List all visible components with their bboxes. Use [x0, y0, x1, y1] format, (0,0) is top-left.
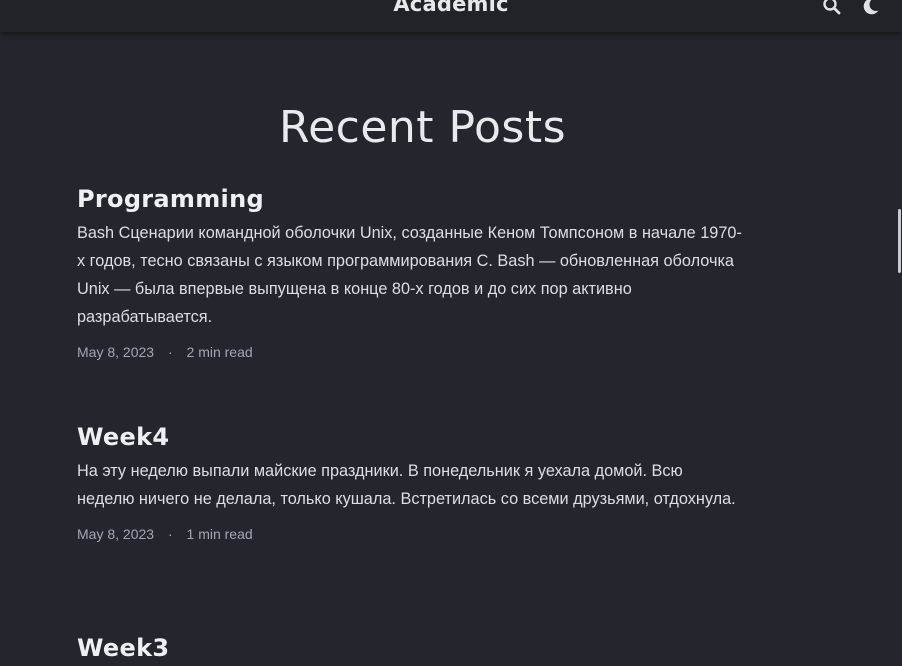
reading-time: 1 min read: [186, 526, 253, 542]
post-meta: May 8, 2023 · 2 min read: [77, 343, 742, 361]
navbar: Academic: [0, 0, 902, 32]
post-title-link[interactable]: Programming: [77, 184, 742, 214]
scrollbar-thumb[interactable]: [898, 209, 901, 273]
post-item: Week4 На эту неделю выпали майские празд…: [77, 422, 742, 543]
post-date: May 8, 2023: [77, 344, 155, 360]
moon-icon[interactable]: [861, 0, 881, 16]
post-date: May 8, 2023: [77, 526, 155, 542]
post-item: Programming Bash Сценарии командной обол…: [77, 184, 742, 361]
reading-time: 2 min read: [186, 344, 253, 360]
post-title-link[interactable]: Week3: [77, 633, 742, 663]
post-summary: На эту неделю выпали майские праздники. …: [77, 462, 736, 508]
meta-separator: ·: [167, 526, 173, 542]
search-icon[interactable]: [822, 0, 842, 16]
page-title: Recent Posts: [278, 102, 567, 153]
meta-separator: ·: [167, 344, 173, 360]
post-title-link[interactable]: Week4: [77, 422, 742, 452]
post-meta: May 8, 2023 · 1 min read: [77, 525, 742, 543]
post-item: Week3: [77, 633, 742, 663]
site-brand-link[interactable]: Academic: [0, 0, 902, 16]
post-summary: Bash Сценарии командной оболочки Unix, с…: [77, 224, 742, 326]
